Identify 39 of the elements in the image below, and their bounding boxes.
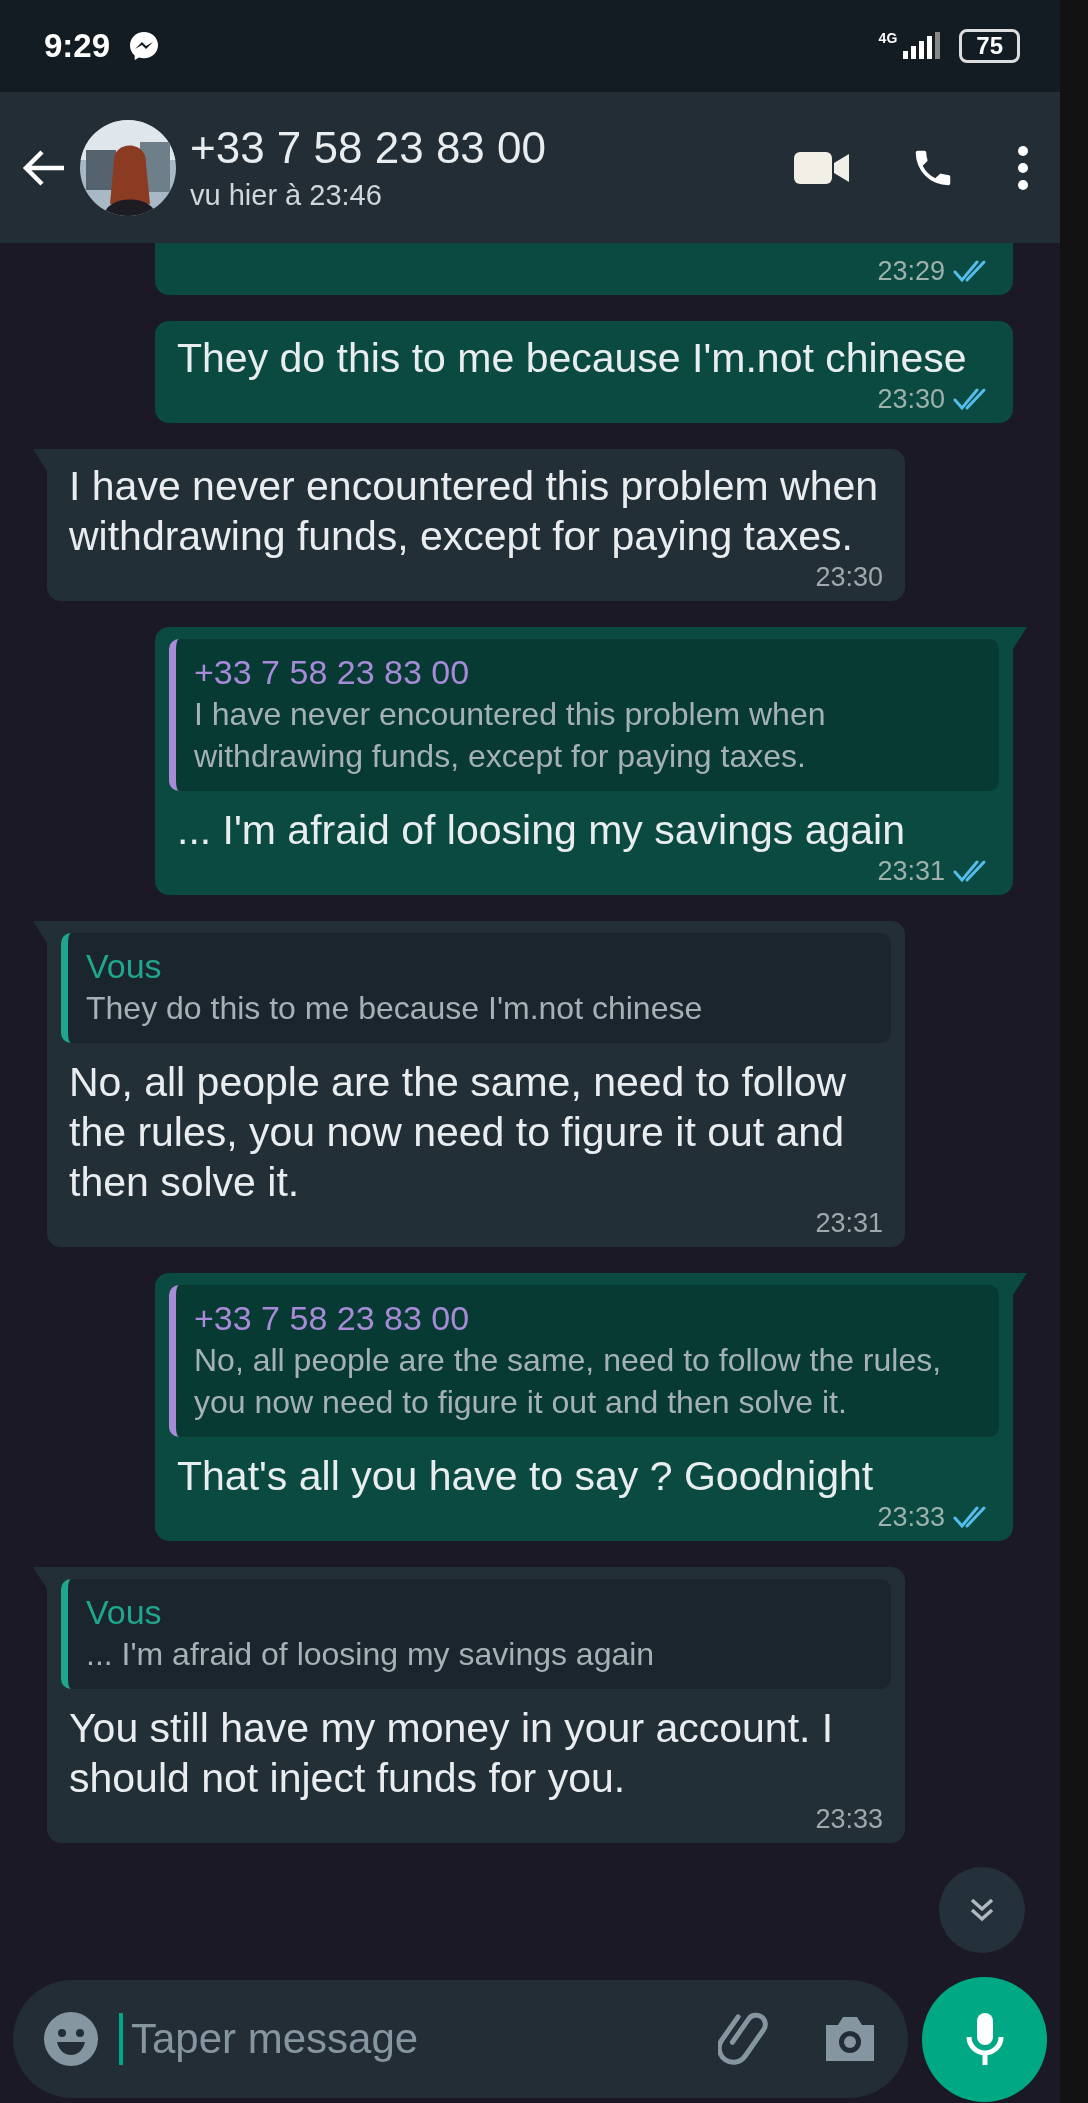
battery-level: 75 <box>959 29 1020 63</box>
quote-author: +33 7 58 23 83 00 <box>194 652 471 693</box>
quote-text: ... I'm afraid of loosing my savings again <box>86 1635 656 1674</box>
message-text: ... I'm afraid of loosing my savings again <box>177 806 906 855</box>
message-time: 23:33 <box>877 1501 945 1533</box>
quote-author: +33 7 58 23 83 00 <box>194 1298 471 1339</box>
video-call-icon[interactable] <box>794 149 850 186</box>
message-text: That's all you have to say ? Goodnight <box>177 1452 875 1501</box>
quoted-message[interactable]: +33 7 58 23 83 00 No, all people are the same, need to follow the rules, you now need to figure it out and then solve it. <box>169 1285 999 1437</box>
more-options-icon[interactable] <box>1016 144 1030 191</box>
message-text: They do this to me because I'm.not chinese <box>177 334 968 383</box>
message-composer[interactable]: Taper message <box>13 1980 908 2098</box>
contact-name[interactable]: +33 7 58 23 83 00 <box>190 123 780 173</box>
message-time: 23:31 <box>815 1207 883 1239</box>
message-time: 23:33 <box>815 1803 883 1835</box>
emoji-icon[interactable] <box>43 2011 99 2067</box>
network-type: 4G <box>878 30 898 46</box>
quote-author: Vous <box>86 1592 163 1633</box>
quote-text: They do this to me because I'm.not chinese <box>86 989 704 1028</box>
microphone-icon <box>964 2011 1005 2067</box>
quote-text: No, all people are the same, need to follow the rules, you now need to figure it out and then solve it. <box>194 1341 943 1422</box>
message-text: No, all people are the same, need to follow the rules, you now need to figure it out and then solve it. <box>69 1058 848 1207</box>
message-input-field[interactable]: Taper message <box>129 2014 698 2064</box>
message-text: You still have my money in your account. I should not inject funds for you. <box>69 1704 835 1803</box>
message-time: 23:30 <box>877 383 945 415</box>
last-seen: vu hier à 23:46 <box>190 179 383 212</box>
message-time: 23:30 <box>815 561 883 593</box>
message-text: I have never encountered this problem when withdrawing funds, except for paying taxes. <box>69 462 880 561</box>
quoted-message[interactable]: Vous ... I'm afraid of loosing my savings again <box>61 1579 891 1689</box>
status-time: 9:29 <box>44 27 111 65</box>
quote-text: I have never encountered this problem when withdrawing funds, except for paying taxes. <box>194 695 827 776</box>
chat-bubble-icon <box>128 30 161 62</box>
back-arrow-icon[interactable] <box>22 147 66 188</box>
message-time: 23:31 <box>877 855 945 887</box>
quoted-message[interactable]: Vous They do this to me because I'm.not chinese <box>61 933 891 1043</box>
signal-icon <box>901 31 942 61</box>
quote-author: Vous <box>86 946 163 987</box>
message-time: 23:29 <box>877 255 945 287</box>
quoted-message[interactable]: +33 7 58 23 83 00 I have never encountered this problem when withdrawing funds, except for paying taxes. <box>169 639 999 791</box>
